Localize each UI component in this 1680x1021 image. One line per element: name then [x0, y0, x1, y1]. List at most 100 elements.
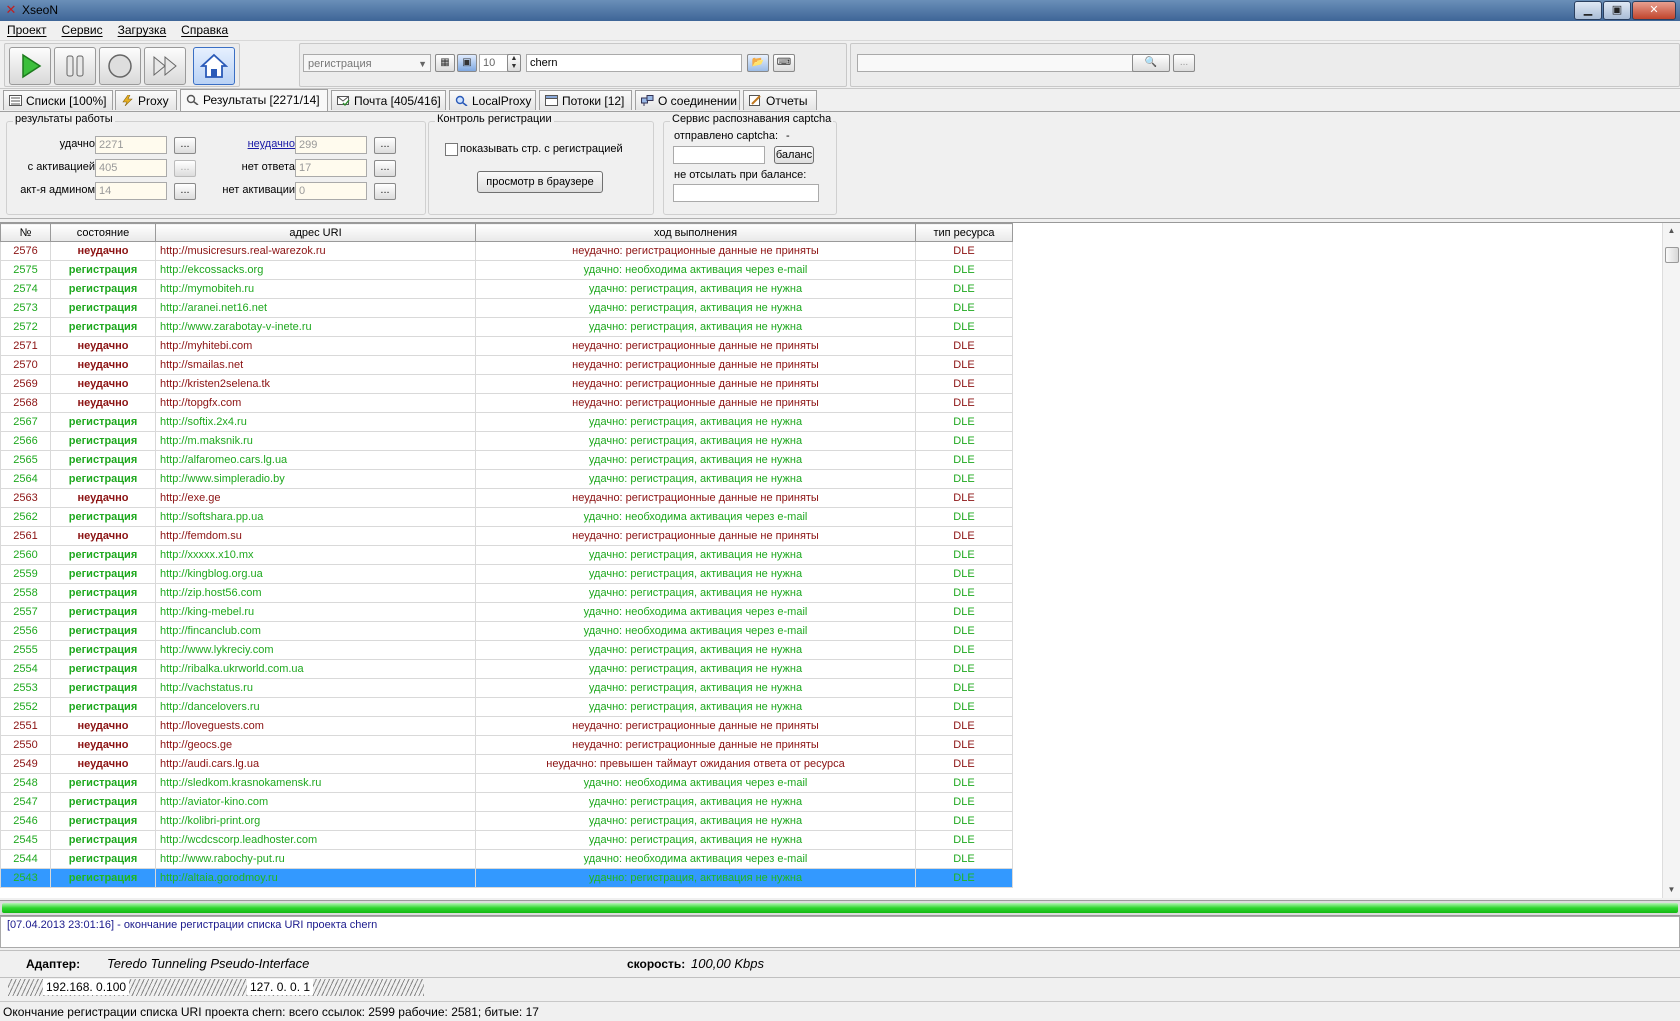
table-row[interactable]: 2555 регистрация http://www.lykreciy.com уд… [0, 640, 1013, 660]
success-label: удачно [59, 138, 95, 150]
cell-state: регистрация [50, 469, 156, 489]
tab-localproxy[interactable]: LocalProxy [449, 90, 536, 110]
menu-help[interactable]: Справка [174, 21, 236, 37]
control-group: Контроль регистрации показывать стр. с р… [428, 113, 654, 215]
captcha-key-input[interactable] [673, 146, 765, 164]
pause-button[interactable] [54, 47, 96, 85]
table-row[interactable]: 2557 регистрация http://king-mebel.ru удачн… [0, 602, 1013, 622]
table-row[interactable]: 2548 регистрация http://sledkom.krasnokame… [0, 773, 1013, 793]
noanswer-details-button[interactable]: ... [374, 160, 396, 177]
tab-proxy[interactable]: Proxy [115, 90, 177, 110]
tab-connection[interactable]: О соединении [635, 90, 740, 110]
table-row[interactable]: 2567 регистрация http://softix.2x4.ru удачн… [0, 412, 1013, 432]
mode-select[interactable]: регистрация ▼ [303, 54, 431, 72]
search-options-button[interactable]: ... [1173, 54, 1195, 72]
scroll-thumb[interactable] [1665, 247, 1679, 263]
tab-threads[interactable]: Потоки [12] [539, 90, 632, 110]
stop-button[interactable] [99, 47, 141, 85]
table-row[interactable]: 2569 неудачно http://kristen2selena.tk неуд… [0, 374, 1013, 394]
tab-lists[interactable]: Списки [100%] [3, 90, 113, 110]
table-row[interactable]: 2556 регистрация http://fincanclub.com удач… [0, 621, 1013, 641]
menu-service[interactable]: Сервис [55, 21, 111, 37]
show-pages-checkbox[interactable] [445, 143, 458, 156]
open-project-button[interactable]: 📂 [747, 54, 769, 72]
table-row[interactable]: 2547 регистрация http://aviator-kino.com уд… [0, 792, 1013, 812]
table-row[interactable]: 2552 регистрация http://dancelovers.ru удач… [0, 697, 1013, 717]
table-row[interactable]: 2561 неудачно http://femdom.su неудачно: ре… [0, 526, 1013, 546]
cell-number: 2554 [0, 659, 51, 679]
table-row[interactable]: 2544 регистрация http://www.rabochy-put.ru… [0, 849, 1013, 869]
table-row[interactable]: 2570 неудачно http://smailas.net неудачно: … [0, 355, 1013, 375]
noactivation-value: 0 [295, 182, 367, 200]
table-row[interactable]: 2546 регистрация http://kolibri-print.org у… [0, 811, 1013, 831]
vertical-scrollbar[interactable]: ▲ ▼ [1662, 223, 1680, 898]
tab-results[interactable]: Результаты [2271/14] [180, 89, 328, 111]
table-row[interactable]: 2568 неудачно http://topgfx.com неудачно: р… [0, 393, 1013, 413]
maximize-button[interactable]: ▣ [1603, 1, 1631, 20]
tab-reports[interactable]: Отчеты [743, 90, 817, 110]
table-row[interactable]: 2543 регистрация http://altaia.gorodmoy.ru… [0, 868, 1013, 888]
threads-spinner[interactable]: ▲ ▼ [507, 54, 521, 72]
close-button[interactable]: ✕ [1632, 1, 1676, 20]
tab-mail[interactable]: Почта [405/416] [331, 90, 446, 110]
table-row[interactable]: 2575 регистрация http://ekcossacks.org удач… [0, 260, 1013, 280]
cell-number: 2550 [0, 735, 51, 755]
column-header-type[interactable]: тип ресурса [915, 223, 1013, 242]
admin-details-button[interactable]: ... [174, 183, 196, 200]
success-details-button[interactable]: ... [174, 137, 196, 154]
column-header-uri[interactable]: адрес URI [155, 223, 476, 242]
column-header-progress[interactable]: ход выполнения [475, 223, 916, 242]
grid-settings-button[interactable]: ▦ [435, 54, 455, 72]
table-row[interactable]: 2560 регистрация http://xxxxx.x10.mx удачно… [0, 545, 1013, 565]
table-row[interactable]: 2564 регистрация http://www.simpleradio.by… [0, 469, 1013, 489]
table-row[interactable]: 2565 регистрация http://alfaromeo.cars.lg.… [0, 450, 1013, 470]
cell-uri: http://aranei.net16.net [155, 298, 476, 318]
table-row[interactable]: 2554 регистрация http://ribalka.ukrworld.c… [0, 659, 1013, 679]
cell-type: DLE [915, 393, 1013, 413]
column-header-state[interactable]: состояние [50, 223, 156, 242]
table-row[interactable]: 2558 регистрация http://zip.host56.com удач… [0, 583, 1013, 603]
menu-bar: Проект Сервис Загрузка Справка [0, 21, 1680, 41]
scroll-up-icon[interactable]: ▲ [1663, 223, 1680, 239]
search-input[interactable] [857, 54, 1137, 72]
table-row[interactable]: 2576 неудачно http://musicresurs.real-ware… [0, 241, 1013, 261]
balance-threshold-input[interactable] [673, 184, 819, 202]
table-row[interactable]: 2562 регистрация http://softshara.pp.ua уда… [0, 507, 1013, 527]
table-row[interactable]: 2550 неудачно http://geocs.ge неудачно: рег… [0, 735, 1013, 755]
table-row[interactable]: 2566 регистрация http://m.maksnik.ru удачно… [0, 431, 1013, 451]
skip-button[interactable] [144, 47, 186, 85]
menu-project[interactable]: Проект [0, 21, 55, 37]
table-row[interactable]: 2573 регистрация http://aranei.net16.net уд… [0, 298, 1013, 318]
start-button[interactable] [9, 47, 51, 85]
project-input[interactable]: chern [526, 54, 742, 72]
scroll-down-icon[interactable]: ▼ [1663, 882, 1680, 898]
cell-type: DLE [915, 811, 1013, 831]
activation-details-button[interactable]: ... [174, 160, 196, 177]
menu-download[interactable]: Загрузка [111, 21, 175, 37]
keyboard-button[interactable]: ⌨ [773, 54, 795, 72]
table-row[interactable]: 2574 регистрация http://mymobiteh.ru удачно… [0, 279, 1013, 299]
cell-progress: удачно: регистрация, активация не нужна [475, 811, 916, 831]
table-row[interactable]: 2571 неудачно http://myhitebi.com неудачно:… [0, 336, 1013, 356]
noactivation-details-button[interactable]: ... [374, 183, 396, 200]
screen-button[interactable]: ▣ [457, 54, 477, 72]
balance-button[interactable]: баланс [774, 146, 814, 164]
table-row[interactable]: 2545 регистрация http://wcdcscorp.leadhost… [0, 830, 1013, 850]
fail-link[interactable]: неудачно [248, 138, 295, 150]
view-in-browser-button[interactable]: просмотр в браузере [477, 171, 603, 193]
table-row[interactable]: 2559 регистрация http://kingblog.org.ua уда… [0, 564, 1013, 584]
cell-uri: http://www.simpleradio.by [155, 469, 476, 489]
search-button[interactable]: 🔍 [1132, 54, 1170, 72]
log-panel: [07.04.2013 23:01:16] - окончание регист… [0, 916, 1680, 948]
table-row[interactable]: 2549 неудачно http://audi.cars.lg.ua неудач… [0, 754, 1013, 774]
threads-input[interactable]: 10 [479, 54, 509, 72]
fail-details-button[interactable]: ... [374, 137, 396, 154]
home-button[interactable] [193, 47, 235, 85]
table-row[interactable]: 2551 неудачно http://loveguests.com неудачн… [0, 716, 1013, 736]
minimize-button[interactable]: ▁ [1574, 1, 1602, 20]
table-row[interactable]: 2572 регистрация http://www.zarabotay-v-in… [0, 317, 1013, 337]
column-header-number[interactable]: № [0, 223, 51, 242]
table-row[interactable]: 2563 неудачно http://exe.ge неудачно: регис… [0, 488, 1013, 508]
loopback-ip: 127. 0. 0. 1 [247, 979, 314, 995]
table-row[interactable]: 2553 регистрация http://vachstatus.ru удачн… [0, 678, 1013, 698]
